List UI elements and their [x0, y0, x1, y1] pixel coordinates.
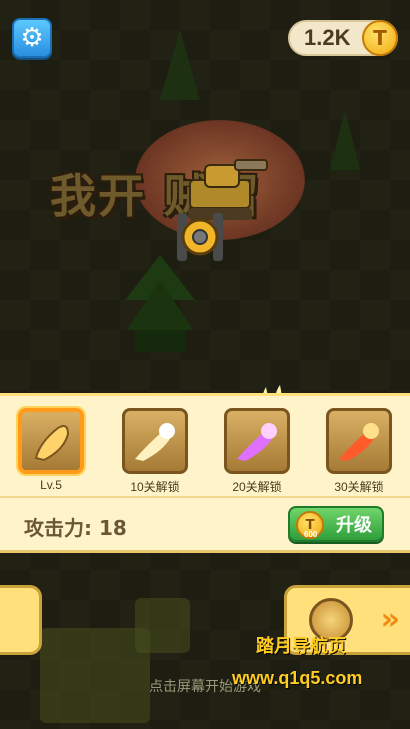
flame-shell-icon — [34, 425, 70, 462]
settings-button[interactable]: ⚙ — [12, 18, 52, 58]
coin-icon: T — [362, 20, 398, 56]
skill-label: 20关解锁 — [232, 480, 282, 494]
watermark-title: 踏月导航页 — [256, 636, 346, 657]
watermark-url: www.q1q5.com — [232, 668, 363, 688]
upgrade-label: 升级 — [336, 515, 372, 536]
coin-counter: 1.2K T — [288, 20, 398, 56]
purple-comet-icon — [237, 423, 277, 461]
attack-power-label: 攻击力: 18 — [24, 516, 127, 540]
left-menu-tab[interactable] — [0, 585, 42, 655]
double-chevron-right-icon: » — [380, 602, 400, 637]
fire-comet-icon — [135, 423, 175, 461]
gear-icon: ⚙ — [20, 23, 44, 53]
skill-label: 10关解锁 — [130, 480, 180, 494]
player-tank-icon — [177, 213, 223, 261]
coin-value: 1.2K — [304, 25, 351, 50]
skill-slot-1[interactable] — [18, 408, 84, 474]
upgrade-panel: Lv.5 10关解锁 20关解锁 30关解锁 攻击力: 18 T 600 升级 — [0, 393, 410, 553]
skill-label: 30关解锁 — [334, 480, 384, 494]
upgrade-cost: 600 — [304, 530, 318, 539]
skill-label: Lv.5 — [40, 478, 62, 492]
upgrade-button[interactable]: T 600 升级 — [288, 506, 384, 542]
skill-slot-3[interactable] — [224, 408, 290, 474]
divider — [0, 496, 410, 498]
skill-slot-2[interactable] — [122, 408, 188, 474]
skill-slot-4[interactable] — [326, 408, 392, 474]
red-comet-icon — [339, 423, 379, 461]
